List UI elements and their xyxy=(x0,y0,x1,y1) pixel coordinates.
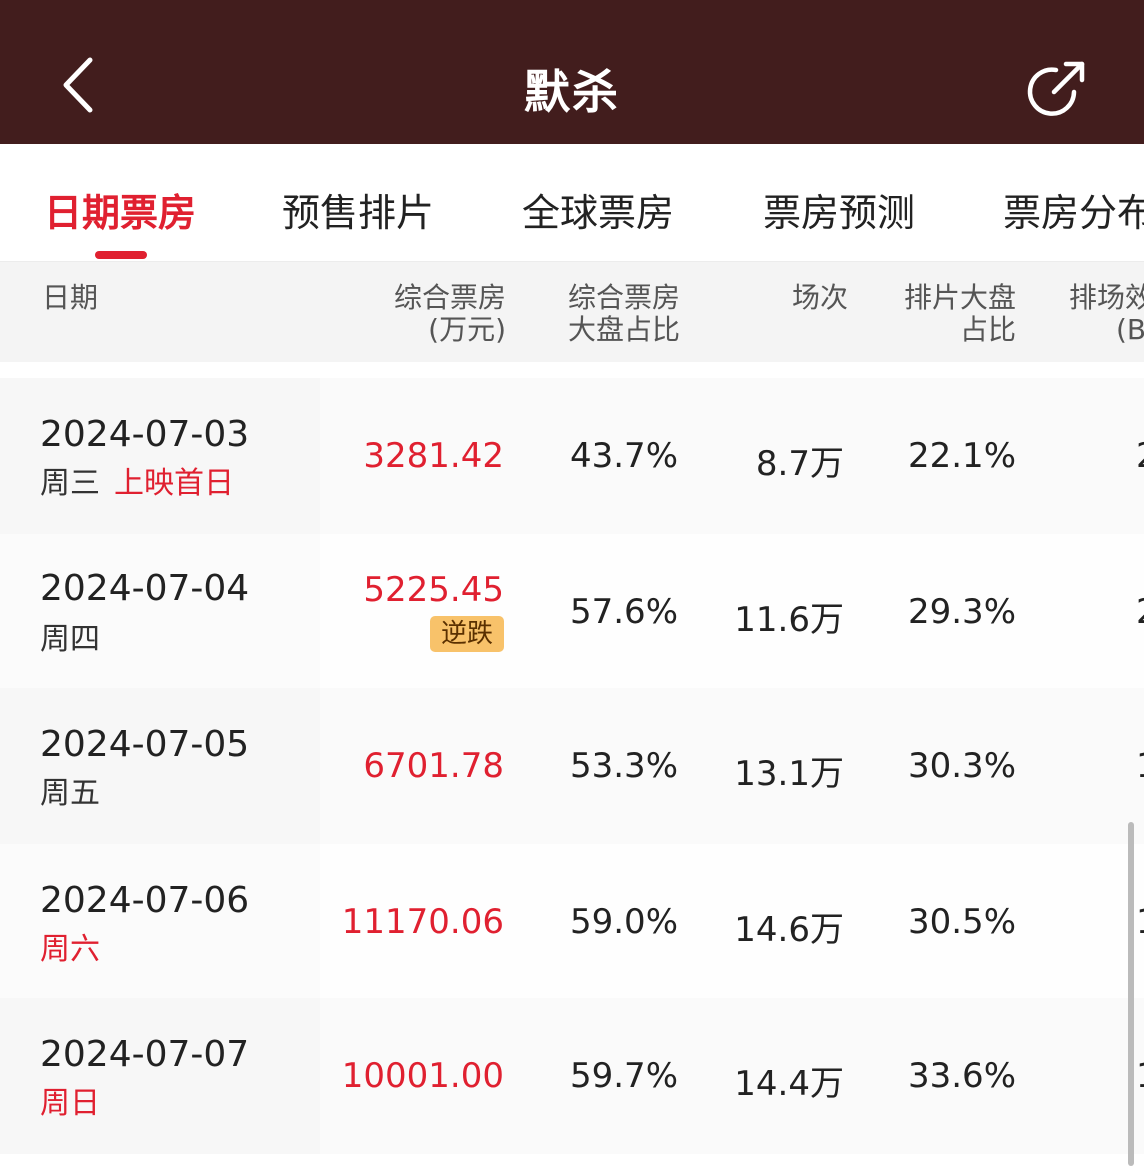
row-share: 53.3% xyxy=(569,746,678,786)
table-row[interactable]: 2024-07-03 周三 上映首日 3281.42 43.7% 8.7万 22.… xyxy=(0,378,1144,534)
tab-box-office-distribution[interactable]: 票房分布 xyxy=(1003,182,1144,237)
row-screen-share: 22.1% xyxy=(907,436,1016,476)
row-box-office: 6701.78 xyxy=(363,746,504,786)
tab-global-box-office[interactable]: 全球票房 xyxy=(522,182,674,237)
row-weekday: 周日 xyxy=(40,1086,100,1121)
tab-presale-schedule[interactable]: 预售排片 xyxy=(282,182,434,237)
page-title: 默杀 xyxy=(524,65,620,119)
row-share: 57.6% xyxy=(569,592,678,632)
header-share: 综合票房 xyxy=(567,281,680,314)
row-date: 2024-07-03 xyxy=(40,414,250,455)
header-shows: 场次 xyxy=(791,281,848,314)
row-shows: 8.7万 xyxy=(755,444,844,484)
row-efficiency: 2 xyxy=(1136,592,1144,632)
row-screen-share: 30.3% xyxy=(907,746,1016,786)
row-efficiency: 1 xyxy=(1136,902,1144,942)
header-efficiency: 排场效 xyxy=(1069,281,1144,314)
row-box-office: 10001.00 xyxy=(341,1056,504,1096)
table-row[interactable]: 2024-07-06 周六 11170.06 59.0% 14.6万 30.5%… xyxy=(0,844,1144,1000)
header-share-line2: 大盘占比 xyxy=(567,313,680,346)
row-share: 59.0% xyxy=(569,902,678,942)
table-row[interactable]: 2024-07-07 周日 10001.00 59.7% 14.4万 33.6%… xyxy=(0,998,1144,1154)
row-efficiency: 2 xyxy=(1136,436,1144,476)
row-share: 59.7% xyxy=(569,1056,678,1096)
table-row[interactable]: 2024-07-04 周四 5225.45 逆跌 57.6% 11.6万 29.… xyxy=(0,534,1144,690)
top-bar: 默杀 xyxy=(0,0,1144,144)
tab-bar: 日期票房 预售排片 全球票房 票房预测 票房分布 xyxy=(0,144,1144,262)
vertical-scrollbar[interactable] xyxy=(1128,822,1134,1166)
tab-daily-box-office[interactable]: 日期票房 xyxy=(44,182,196,237)
table-row[interactable]: 2024-07-05 周五 6701.78 53.3% 13.1万 30.3% … xyxy=(0,688,1144,844)
table-header: 日期 综合票房 (万元) 综合票房 大盘占比 场次 排片大盘 占比 排场效 (B xyxy=(0,262,1144,362)
row-share: 43.7% xyxy=(569,436,678,476)
share-button[interactable] xyxy=(1026,56,1090,120)
row-date: 2024-07-05 xyxy=(40,724,250,765)
row-shows: 13.1万 xyxy=(734,754,844,794)
row-weekday: 周四 xyxy=(40,622,100,657)
row-box-office: 3281.42 xyxy=(363,436,504,476)
row-weekday: 周三 上映首日 xyxy=(40,466,234,501)
table-body: 2024-07-03 周三 上映首日 3281.42 43.7% 8.7万 22.… xyxy=(0,362,1144,1166)
row-weekday: 周六 xyxy=(40,932,100,967)
row-date: 2024-07-04 xyxy=(40,568,250,609)
row-weekday: 周五 xyxy=(40,776,100,811)
header-box-office-unit: (万元) xyxy=(428,313,506,346)
header-efficiency-line2: (B xyxy=(1116,313,1144,346)
header-screen-share-line2: 占比 xyxy=(959,313,1016,346)
header-date: 日期 xyxy=(42,281,99,314)
header-box-office: 综合票房 xyxy=(393,281,506,314)
row-shows: 11.6万 xyxy=(734,600,844,640)
row-date: 2024-07-06 xyxy=(40,880,250,921)
row-efficiency: 1 xyxy=(1136,1056,1144,1096)
tab-box-office-forecast[interactable]: 票房预测 xyxy=(763,182,915,237)
share-icon xyxy=(1027,61,1085,116)
header-screen-share: 排片大盘 xyxy=(903,281,1016,314)
row-efficiency: 1 xyxy=(1136,746,1144,786)
row-shows: 14.6万 xyxy=(734,910,844,950)
row-screen-share: 30.5% xyxy=(907,902,1016,942)
row-date: 2024-07-07 xyxy=(40,1034,250,1075)
reverse-rise-badge: 逆跌 xyxy=(430,616,504,652)
release-day-tag: 上映首日 xyxy=(114,466,234,501)
row-box-office: 5225.45 xyxy=(363,570,504,610)
row-shows: 14.4万 xyxy=(734,1064,844,1104)
row-screen-share: 29.3% xyxy=(907,592,1016,632)
row-box-office: 11170.06 xyxy=(341,902,504,942)
row-screen-share: 33.6% xyxy=(907,1056,1016,1096)
active-tab-indicator xyxy=(95,251,147,259)
